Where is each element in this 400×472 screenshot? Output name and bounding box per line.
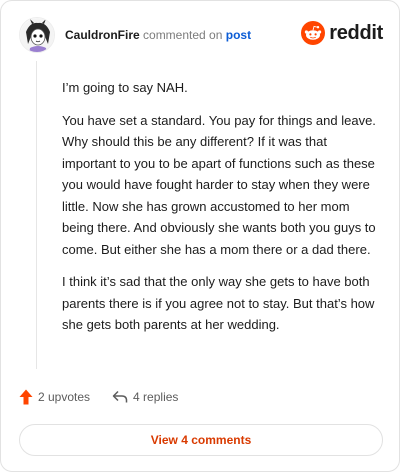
- reddit-wordmark: reddit: [329, 21, 383, 44]
- comment-meta: CauldronFire commented on post: [65, 28, 251, 42]
- avatar[interactable]: [19, 17, 55, 53]
- commented-on-label: commented on: [143, 28, 223, 42]
- username-link[interactable]: CauldronFire: [65, 28, 140, 42]
- comment-actions: 2 upvotes 4 replies: [19, 389, 178, 405]
- comment-paragraph: You have set a standard. You pay for thi…: [62, 112, 376, 257]
- upvote-arrow-icon: [19, 389, 33, 405]
- comment-card: CauldronFire commented on post reddit I’…: [0, 0, 400, 472]
- comment-paragraph: I think it’s sad that the only way she g…: [62, 274, 375, 332]
- view-comments-button[interactable]: View 4 comments: [19, 424, 383, 456]
- reddit-brand[interactable]: reddit: [301, 21, 383, 45]
- upvote-count: 2 upvotes: [38, 390, 91, 404]
- post-link[interactable]: post: [226, 28, 251, 42]
- reddit-logo-icon: [301, 21, 326, 45]
- thread-line: [36, 61, 37, 369]
- replies-button[interactable]: 4 replies: [112, 390, 178, 404]
- reply-count: 4 replies: [133, 390, 179, 404]
- comment-body: I’m going to say NAH. You have set a sta…: [62, 77, 380, 347]
- comment-header: CauldronFire commented on post reddit: [19, 15, 383, 55]
- comment-paragraph: I’m going to say NAH.: [62, 80, 188, 95]
- reply-arrow-icon: [112, 390, 128, 403]
- upvote-button[interactable]: 2 upvotes: [19, 389, 90, 405]
